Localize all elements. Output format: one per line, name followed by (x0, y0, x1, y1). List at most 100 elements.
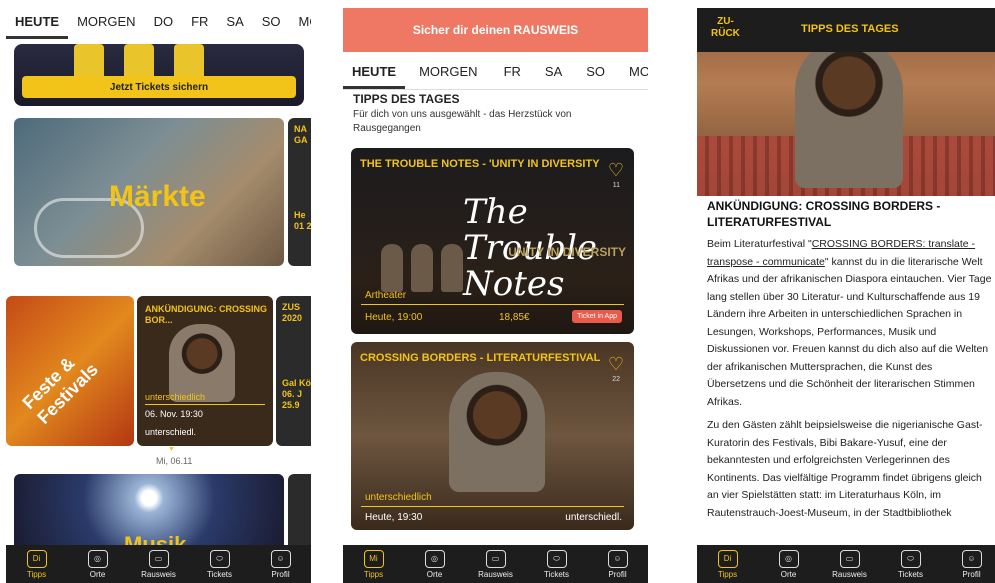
get-tickets-button[interactable]: Jetzt Tickets sichern (22, 76, 296, 98)
event-time: Heute, 19:30 (365, 512, 423, 523)
location-icon: ◎ (778, 549, 799, 568)
profile-icon: ☺ (961, 549, 982, 568)
article-title: ANKÜNDIGUNG: CROSSING BORDERS - LITERATU… (707, 199, 941, 229)
nav-tickets[interactable]: ⬭ Tickets (885, 549, 937, 579)
id-card-icon: ▭ (485, 549, 506, 568)
article-paragraph: Beim Literaturfestival "CROSSING BORDERS… (707, 238, 992, 408)
nav-orte[interactable]: ◎ Orte (409, 549, 461, 579)
category-maerkte[interactable]: Märkte (14, 118, 284, 266)
tab-mo[interactable]: MO (290, 8, 311, 39)
event-card-peek[interactable] (288, 474, 311, 554)
section-header: TIPPS DES TAGES Für dich von uns ausgewä… (343, 92, 648, 136)
tab-fr[interactable]: FR (492, 58, 533, 89)
event-image (169, 324, 235, 402)
section-title: TIPPS DES TAGES (353, 92, 460, 106)
tab-heute[interactable]: HEUTE (343, 58, 406, 89)
event-card-crossing-borders[interactable]: CROSSING BORDERS - LITERATURFESTIVAL ♡ 2… (351, 342, 634, 530)
back-button[interactable]: ZU- RÜCK (711, 16, 740, 40)
profile-icon: ☺ (270, 549, 291, 568)
nav-rausweis[interactable]: ▭ Rausweis (133, 549, 185, 579)
event-price: 18,85€ (499, 312, 530, 323)
calendar-icon: Mi (363, 549, 384, 568)
nav-orte[interactable]: ◎ Orte (72, 549, 124, 579)
rausweis-banner[interactable]: Sicher dir deinen RAUSWEIS (343, 8, 648, 52)
bottom-nav: Di Tipps ◎ Orte ▭ Rausweis ⬭ Tickets ☺ Profil (697, 545, 995, 583)
screen-tipps: Sicher dir deinen RAUSWEIS HEUTE MORGEN … (343, 8, 648, 583)
peek-title: ZUS 2020 (282, 302, 303, 323)
artwork-subtitle: UNITY IN DIVERSITY (508, 245, 626, 259)
tab-morgen[interactable]: MORGEN (405, 58, 492, 89)
nav-tipps[interactable]: Di Tipps (702, 549, 754, 579)
event-venue: Artheater (365, 290, 407, 301)
tab-do[interactable]: DO (145, 8, 183, 39)
bottom-nav: Mi Tipps ◎ Orte ▭ Rausweis ⬭ Tickets ☺ Profil (343, 545, 648, 583)
peek-title: NA GA (294, 124, 308, 145)
tab-heute[interactable]: HEUTE (6, 8, 69, 39)
event-date: 06. Nov. 19:30 (145, 409, 203, 419)
ticket-in-app-button[interactable]: Ticket in App (572, 310, 622, 323)
tab-fr[interactable]: FR (182, 8, 217, 39)
hero-banner[interactable]: Jetzt Tickets sichern (14, 44, 304, 106)
event-card-crossing-borders[interactable]: ANKÜNDIGUNG: CROSSING BOR... unterschied… (137, 296, 273, 446)
event-venue: unterschiedlich (365, 492, 432, 503)
tab-sa[interactable]: SA (533, 58, 574, 89)
section-subtitle: Für dich von uns ausgewählt - das Herzst… (353, 109, 572, 134)
ticket-icon: ⬭ (900, 549, 921, 568)
ticket-icon: ⬭ (209, 549, 230, 568)
event-card-trouble-notes[interactable]: THE TROUBLE NOTES - 'UNITY IN DIVERSITY … (351, 148, 634, 334)
event-card-peek[interactable]: NA GA He 01 20 (288, 118, 311, 266)
event-card-peek[interactable]: ZUS 2020 Gal Köl 06. J 25.9 (276, 296, 311, 446)
peek-info: Gal Köl 06. J 25.9 (282, 378, 311, 410)
nav-rausweis[interactable]: ▭ Rausweis (470, 549, 522, 579)
band-image (381, 244, 463, 292)
location-icon: ◎ (87, 549, 108, 568)
like-count: 11 (612, 182, 620, 189)
calendar-icon: Di (717, 549, 738, 568)
heart-icon[interactable]: ♡ (608, 354, 624, 375)
profile-icon: ☺ (607, 549, 628, 568)
heart-icon[interactable]: ♡ (608, 160, 624, 181)
tab-so[interactable]: SO (253, 8, 290, 39)
detail-header: ZU- RÜCK TIPPS DES TAGES (697, 8, 995, 52)
bottom-nav: Di Tipps ◎ Orte ▭ Rausweis ⬭ Tickets ☺ Profil (6, 545, 311, 583)
event-title: CROSSING BORDERS - LITERATURFESTIVAL (360, 352, 601, 364)
peek-info: He 01 20 (294, 210, 311, 231)
tab-morgen[interactable]: MORGEN (68, 8, 145, 39)
event-venue: unterschiedlich (145, 392, 206, 402)
event-title: ANKÜNDIGUNG: CROSSING BOR... (145, 304, 268, 325)
location-icon: ◎ (424, 549, 445, 568)
day-tabs: HEUTE MORGEN DO FR SA SO MO (6, 8, 311, 39)
category-label: Feste & Festivals (18, 352, 102, 428)
nav-profil[interactable]: ☺ Profil (946, 549, 995, 579)
nav-tickets[interactable]: ⬭ Tickets (531, 549, 583, 579)
nav-orte[interactable]: ◎ Orte (763, 549, 815, 579)
nav-profil[interactable]: ☺ Profil (255, 549, 307, 579)
nav-tipps[interactable]: Mi Tipps (348, 549, 400, 579)
like-count: 22 (612, 376, 620, 383)
event-image (449, 372, 545, 492)
day-indicator: Mi, 06.11 (156, 446, 192, 466)
tab-so[interactable]: SO (574, 58, 617, 89)
tab-mo[interactable]: MO (617, 58, 648, 89)
screen-feed: HEUTE MORGEN DO FR SA SO MO Jetzt Ticket… (6, 8, 311, 583)
category-feste-festivals[interactable]: Feste & Festivals (6, 296, 134, 446)
category-musik[interactable]: Musik (14, 474, 284, 554)
id-card-icon: ▭ (148, 549, 169, 568)
nav-profil[interactable]: ☺ Profil (592, 549, 644, 579)
article: ANKÜNDIGUNG: CROSSING BORDERS - LITERATU… (707, 198, 994, 522)
event-title: THE TROUBLE NOTES - 'UNITY IN DIVERSITY (360, 158, 600, 170)
article-paragraph: Zu den Gästen zählt beipsielsweise die n… (707, 419, 983, 519)
calendar-icon: Di (26, 549, 47, 568)
nav-tipps[interactable]: Di Tipps (11, 549, 63, 579)
ticket-icon: ⬭ (546, 549, 567, 568)
header-title: TIPPS DES TAGES (801, 23, 899, 35)
nav-tickets[interactable]: ⬭ Tickets (194, 549, 246, 579)
event-location: unterschiedl. (145, 427, 197, 437)
event-time: Heute, 19:00 (365, 312, 423, 323)
event-location: unterschiedl. (565, 512, 622, 523)
nav-rausweis[interactable]: ▭ Rausweis (824, 549, 876, 579)
tab-sa[interactable]: SA (217, 8, 252, 39)
day-tabs: HEUTE MORGEN FR SA SO MO DI (343, 58, 648, 90)
category-label: Märkte (109, 180, 206, 213)
screen-event-detail: ZU- RÜCK TIPPS DES TAGES ANKÜNDIGUNG: CR… (697, 8, 995, 583)
